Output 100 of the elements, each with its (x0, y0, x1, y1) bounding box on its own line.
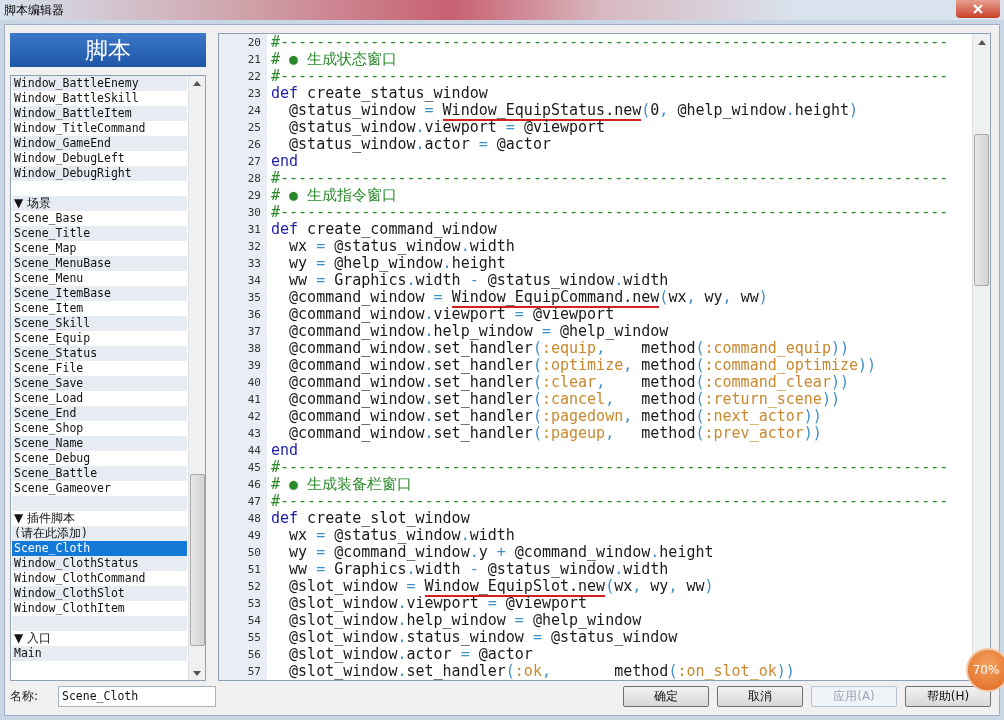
script-item[interactable]: Scene_Map (12, 241, 187, 256)
script-item[interactable]: Scene_Battle (12, 466, 187, 481)
script-item[interactable]: Window_DebugLeft (12, 151, 187, 166)
code-line: @status_window.viewport = @viewport (288, 119, 606, 136)
line-number: 22 (246, 69, 262, 85)
dialog-button[interactable]: 取消 (717, 685, 803, 707)
code-line: def create_slot_window (271, 510, 470, 527)
line-number: 57 (246, 664, 262, 680)
code-line: end (271, 442, 299, 459)
line-number: 47 (246, 494, 262, 510)
scrollbar-thumb[interactable] (974, 134, 989, 286)
line-number: 50 (246, 545, 262, 561)
code-line: #-------------------------------------------------------------------------- (271, 493, 949, 510)
line-number: 48 (246, 511, 262, 527)
line-number: 37 (246, 324, 262, 340)
scrollbar[interactable] (188, 76, 205, 680)
code-line: @status_window = Window_EquipStatus.new(0, @help_window.height) (288, 102, 859, 119)
script-item[interactable]: Window_ClothItem (12, 601, 187, 616)
scroll-up-icon[interactable] (977, 39, 986, 45)
line-number: 53 (246, 596, 262, 612)
name-field[interactable]: Scene_Cloth (58, 685, 216, 707)
script-item[interactable]: Window_ClothSlot (12, 586, 187, 601)
script-item[interactable]: Scene_Cloth (12, 541, 187, 556)
line-number: 36 (246, 307, 262, 323)
code-line: @command_window.set_handler(:cancel, method(:return_scene)) (288, 391, 840, 408)
script-item[interactable]: Window_BattleSkill (12, 91, 187, 106)
code-line: @command_window.set_handler(:clear, method(:command_clear)) (288, 374, 849, 391)
line-number: 46 (246, 477, 262, 493)
script-item[interactable]: Window_ClothStatus (12, 556, 187, 571)
dialog-button[interactable]: 帮助(H) (905, 685, 991, 707)
section-header[interactable]: ▼ 入口 (12, 631, 187, 646)
line-number: 27 (246, 154, 262, 170)
code-line: @command_window.viewport = @viewport (288, 306, 615, 323)
script-item[interactable]: Scene_Save (12, 376, 187, 391)
script-item[interactable]: Scene_File (12, 361, 187, 376)
line-number: 39 (246, 358, 262, 374)
script-item[interactable]: Scene_Base (12, 211, 187, 226)
script-item[interactable]: Scene_Gameover (12, 481, 187, 496)
code-line: wx = @status_window.width (288, 238, 515, 255)
line-number: 23 (246, 86, 262, 102)
script-item[interactable]: Window_BattleItem (12, 106, 187, 121)
script-item[interactable]: Scene_Debug (12, 451, 187, 466)
script-item[interactable]: Scene_End (12, 406, 187, 421)
script-item[interactable]: Scene_Skill (12, 316, 187, 331)
line-number: 45 (246, 460, 262, 476)
script-item[interactable]: Main (12, 646, 187, 661)
line-number: 56 (246, 647, 262, 663)
script-item[interactable]: Scene_Load (12, 391, 187, 406)
script-item[interactable]: Window_BattleEnemy (12, 76, 187, 91)
line-number: 51 (246, 562, 262, 578)
line-number: 54 (246, 613, 262, 629)
line-number: 33 (246, 256, 262, 272)
line-number: 25 (246, 120, 262, 136)
section-header[interactable]: ▼ 场景 (12, 196, 187, 211)
line-number: 30 (246, 205, 262, 221)
scroll-down-icon[interactable] (193, 670, 201, 676)
script-item[interactable]: (请在此添加) (12, 526, 187, 541)
code-line: #-------------------------------------------------------------------------- (271, 68, 949, 85)
script-item[interactable]: Window_TitleCommand (12, 121, 187, 136)
script-item[interactable]: Scene_Equip (12, 331, 187, 346)
script-item[interactable]: Window_DebugRight (12, 166, 187, 181)
line-number: 31 (246, 222, 262, 238)
line-number: 24 (246, 103, 262, 119)
scroll-up-icon[interactable] (193, 80, 201, 86)
line-number: 21 (246, 52, 262, 68)
script-item[interactable]: Scene_Shop (12, 421, 187, 436)
script-item[interactable]: Scene_ItemBase (12, 286, 187, 301)
script-item[interactable]: Scene_Title (12, 226, 187, 241)
code-line: # ● 生成状态窗口 (271, 51, 398, 68)
section-header[interactable]: ▼ 插件脚本 (12, 511, 187, 526)
dialog-button[interactable]: 确定 (623, 685, 709, 707)
line-number: 41 (246, 392, 262, 408)
code-line: @command_window.set_handler(:optimize, method(:command_optimize)) (288, 357, 877, 374)
line-number: 44 (246, 443, 262, 459)
script-item[interactable]: Window_ClothCommand (12, 571, 187, 586)
code-line: @command_window.help_window = @help_window (288, 323, 669, 340)
code-line: ww = Graphics.width - @status_window.width (288, 561, 669, 578)
script-item[interactable]: Scene_Item (12, 301, 187, 316)
code-line: def create_status_window (271, 85, 488, 102)
code-line: def create_command_window (271, 221, 497, 238)
code-line: wy = @command_window.y + @command_window.height (288, 544, 714, 561)
line-number: 32 (246, 239, 262, 255)
script-item[interactable]: Window_GameEnd (12, 136, 187, 151)
line-number: 34 (246, 273, 262, 289)
close-icon[interactable] (956, 0, 1000, 18)
script-item[interactable]: Scene_Name (12, 436, 187, 451)
code-line: wy = @help_window.height (288, 255, 506, 272)
line-number: 42 (246, 409, 262, 425)
code-line: @slot_window.actor = @actor (288, 646, 533, 663)
code-line: @slot_window.set_handler(:ok, method(:on_slot_ok)) (288, 663, 795, 680)
scrollbar-thumb[interactable] (189, 474, 205, 646)
code-line: #-------------------------------------------------------------------------- (271, 459, 949, 476)
code-line: @slot_window = Window_EquipSlot.new(wx, wy, ww) (288, 578, 714, 595)
script-item[interactable]: Scene_Menu (12, 271, 187, 286)
line-number: 35 (246, 290, 262, 306)
script-item[interactable]: Scene_MenuBase (12, 256, 187, 271)
code-line: @slot_window.status_window = @status_window (288, 629, 678, 646)
script-item[interactable]: Scene_Status (12, 346, 187, 361)
line-number: 55 (246, 630, 262, 646)
code-line: @command_window.set_handler(:pageup, method(:prev_actor)) (288, 425, 822, 442)
